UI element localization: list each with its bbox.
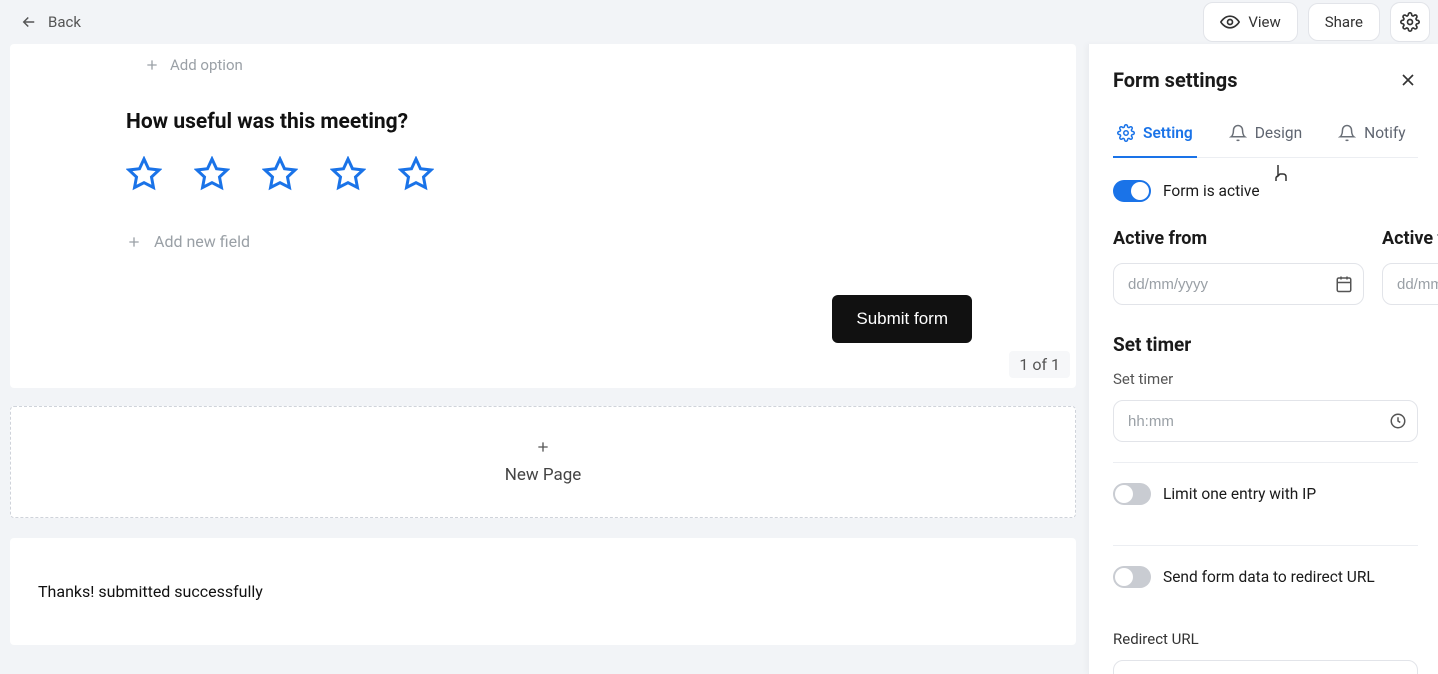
- plus-icon: [126, 234, 142, 250]
- add-option-button[interactable]: Add option: [10, 44, 1076, 80]
- tab-notify[interactable]: Notify: [1334, 116, 1409, 158]
- form-card: Add option How useful was this meeting? …: [10, 44, 1076, 388]
- timer-input[interactable]: [1128, 413, 1381, 430]
- limit-ip-row: Limit one entry with IP: [1113, 462, 1418, 525]
- limit-ip-label: Limit one entry with IP: [1163, 485, 1316, 503]
- eye-icon: [1220, 12, 1240, 32]
- form-active-row: Form is active: [1113, 180, 1418, 202]
- settings-panel: Form settings Setting Design Notify Form…: [1088, 44, 1438, 674]
- star-3[interactable]: [262, 156, 298, 192]
- add-option-label: Add option: [170, 56, 243, 74]
- limit-ip-toggle[interactable]: [1113, 483, 1151, 505]
- tab-setting-label: Setting: [1143, 124, 1193, 142]
- plus-icon: [535, 439, 551, 455]
- thanks-card[interactable]: Thanks! submitted successfully: [10, 538, 1076, 645]
- bell-icon: [1338, 124, 1356, 142]
- tab-setting[interactable]: Setting: [1113, 116, 1197, 158]
- tab-design[interactable]: Design: [1225, 116, 1306, 158]
- send-redirect-row: Send form data to redirect URL: [1113, 545, 1418, 608]
- star-2[interactable]: [194, 156, 230, 192]
- workspace: Add option How useful was this meeting? …: [0, 44, 1438, 674]
- timer-input-wrap[interactable]: [1113, 400, 1418, 442]
- active-from-input[interactable]: [1128, 276, 1327, 293]
- calendar-icon: [1335, 275, 1353, 293]
- view-label: View: [1248, 13, 1280, 31]
- back-label: Back: [48, 13, 81, 31]
- star-1[interactable]: [126, 156, 162, 192]
- close-button[interactable]: [1398, 70, 1418, 90]
- new-page-label: New Page: [505, 465, 582, 485]
- share-button[interactable]: Share: [1308, 3, 1380, 41]
- active-from-input-wrap[interactable]: [1113, 263, 1364, 305]
- back-button[interactable]: Back: [20, 13, 81, 31]
- thanks-message: Thanks! submitted successfully: [38, 582, 263, 601]
- add-field-label: Add new field: [154, 232, 250, 251]
- topbar-actions: View Share: [1203, 2, 1430, 42]
- new-page-button[interactable]: New Page: [10, 406, 1076, 518]
- send-redirect-toggle[interactable]: [1113, 566, 1151, 588]
- active-from-title: Active from: [1113, 228, 1364, 249]
- form-active-label: Form is active: [1163, 182, 1260, 200]
- star-4[interactable]: [330, 156, 366, 192]
- star-5[interactable]: [398, 156, 434, 192]
- page-indicator: 1 of 1: [1009, 351, 1070, 378]
- tab-notify-label: Notify: [1364, 124, 1405, 142]
- add-field-button[interactable]: Add new field: [10, 202, 1076, 255]
- settings-button[interactable]: [1390, 2, 1430, 42]
- question-title[interactable]: How useful was this meeting?: [10, 80, 1076, 134]
- set-timer-sub: Set timer: [1113, 370, 1418, 388]
- active-to-input[interactable]: [1397, 276, 1438, 293]
- star-rating: [10, 134, 1076, 202]
- topbar: Back View Share: [0, 0, 1438, 44]
- active-to-input-wrap[interactable]: [1382, 263, 1438, 305]
- panel-title: Form settings: [1113, 68, 1238, 92]
- redirect-input-wrap[interactable]: [1113, 660, 1418, 674]
- plus-icon: [144, 57, 160, 73]
- set-timer-title: Set timer: [1113, 333, 1418, 356]
- redirect-label: Redirect URL: [1113, 630, 1418, 648]
- send-redirect-label: Send form data to redirect URL: [1163, 568, 1375, 586]
- redirect-section: Redirect URL: [1113, 630, 1418, 674]
- gear-icon: [1117, 124, 1135, 142]
- arrow-left-icon: [20, 13, 38, 31]
- submit-wrap: Submit form: [10, 255, 1076, 351]
- form-active-toggle[interactable]: [1113, 180, 1151, 202]
- view-button[interactable]: View: [1203, 2, 1297, 42]
- panel-tabs: Setting Design Notify: [1113, 116, 1418, 158]
- bell-icon: [1229, 124, 1247, 142]
- submit-button[interactable]: Submit form: [832, 295, 972, 343]
- active-dates: Active from Active to: [1113, 228, 1418, 305]
- tab-design-label: Design: [1255, 124, 1302, 142]
- clock-icon: [1389, 412, 1407, 430]
- active-to-title: Active to: [1382, 228, 1438, 249]
- close-icon: [1398, 70, 1418, 90]
- main-area: Add option How useful was this meeting? …: [10, 44, 1088, 674]
- share-label: Share: [1325, 13, 1363, 31]
- gear-icon: [1400, 12, 1420, 32]
